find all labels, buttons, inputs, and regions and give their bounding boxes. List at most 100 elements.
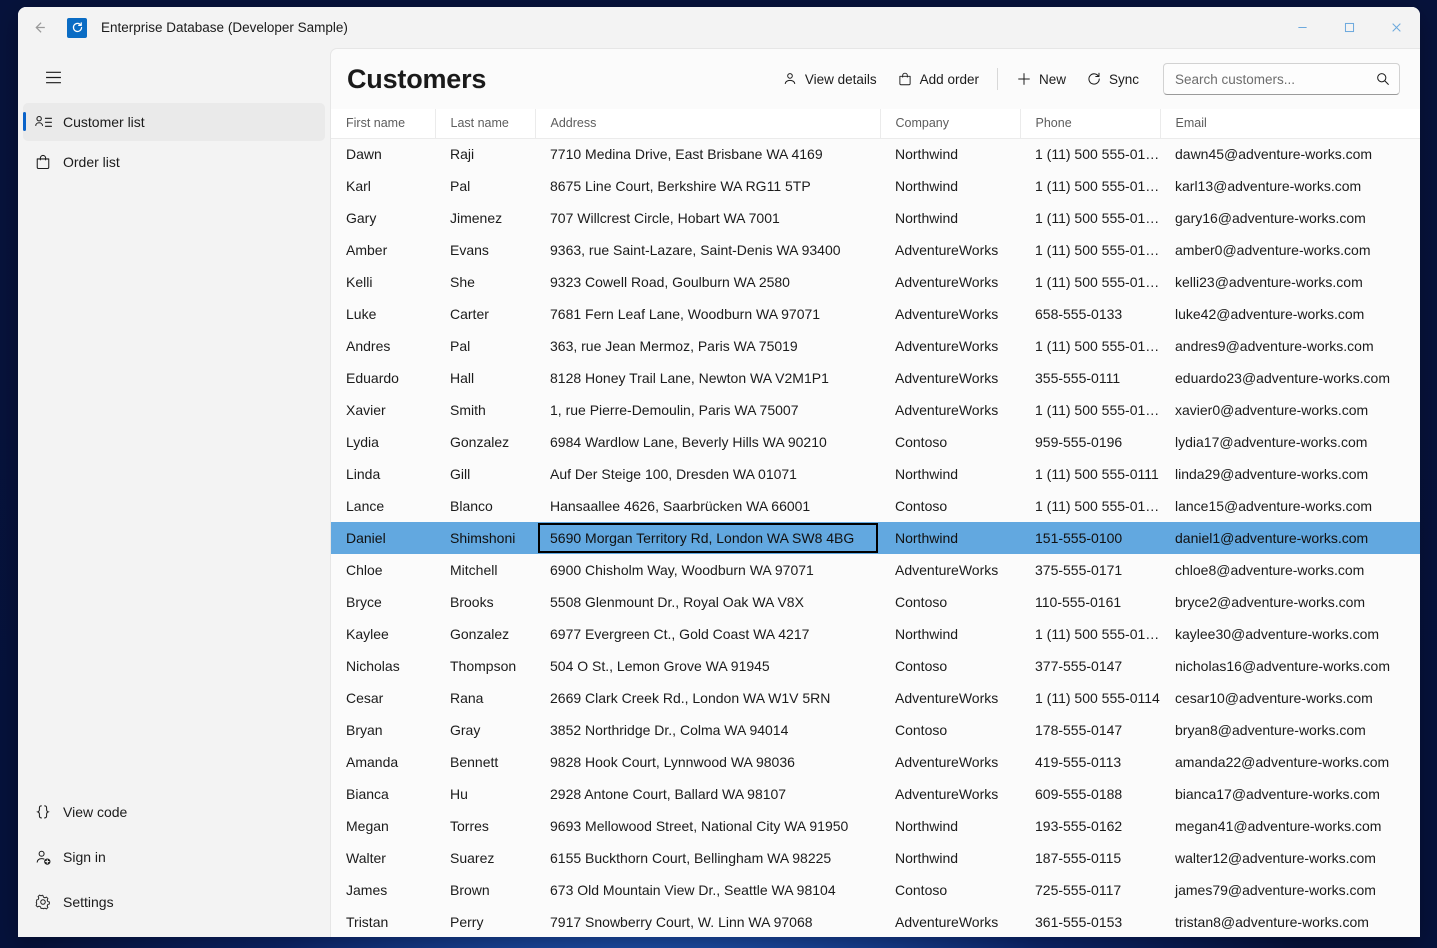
table-cell-first-name[interactable]: Walter (331, 842, 435, 874)
table-cell-phone[interactable]: 110-555-0161 (1020, 586, 1160, 618)
table-row[interactable]: Tristan Perry 7917 Snowberry Court, W. Lin… (331, 906, 1420, 937)
table-cell-phone[interactable]: 1 (11) 500 555-0179 (1020, 618, 1160, 650)
table-cell-email[interactable]: eduardo23@adventure-works.com (1160, 362, 1420, 394)
table-cell-last-name[interactable]: Gill (435, 458, 535, 490)
table-cell-address[interactable]: 6155 Buckthorn Court, Bellingham WA 9822… (535, 842, 880, 874)
column-header-address[interactable]: Address (535, 109, 881, 139)
table-cell-phone[interactable]: 419-555-0113 (1020, 746, 1160, 778)
table-row[interactable]: Andres Pal 363, rue Jean Mermoz, Paris WA … (331, 330, 1420, 362)
table-cell-company[interactable]: Northwind (880, 138, 1020, 170)
table-cell-email[interactable]: bryan8@adventure-works.com (1160, 714, 1420, 746)
table-cell-company[interactable]: Contoso (880, 714, 1020, 746)
table-cell-company[interactable]: Contoso (880, 874, 1020, 906)
table-row[interactable]: Linda Gill Auf Der Steige 100, Dresden WA … (331, 458, 1420, 490)
table-cell-last-name[interactable]: Blanco (435, 490, 535, 522)
table-cell-email[interactable]: karl13@adventure-works.com (1160, 170, 1420, 202)
sidebar-item-view-code[interactable]: View code (23, 790, 325, 834)
table-cell-phone[interactable]: 1 (11) 500 555-0198 (1020, 202, 1160, 234)
table-cell-email[interactable]: james79@adventure-works.com (1160, 874, 1420, 906)
table-row[interactable]: Kaylee Gonzalez 6977 Evergreen Ct., Gold C… (331, 618, 1420, 650)
table-row[interactable]: Bryan Gray 3852 Northridge Dr., Colma WA 9… (331, 714, 1420, 746)
table-cell-first-name[interactable]: Dawn (331, 138, 435, 170)
table-cell-phone[interactable]: 1 (11) 500 555-0188 (1020, 170, 1160, 202)
table-cell-company[interactable]: AdventureWorks (880, 554, 1020, 586)
table-cell-company[interactable]: Northwind (880, 618, 1020, 650)
table-cell-address[interactable]: 7681 Fern Leaf Lane, Woodburn WA 97071 (535, 298, 880, 330)
table-cell-company[interactable]: AdventureWorks (880, 234, 1020, 266)
table-cell-address[interactable]: 2669 Clark Creek Rd., London WA W1V 5RN (535, 682, 880, 714)
table-cell-address[interactable]: 9828 Hook Court, Lynnwood WA 98036 (535, 746, 880, 778)
table-cell-last-name[interactable]: Smith (435, 394, 535, 426)
table-cell-company[interactable]: AdventureWorks (880, 330, 1020, 362)
table-cell-company[interactable]: Northwind (880, 842, 1020, 874)
table-cell-address[interactable]: 9323 Cowell Road, Goulburn WA 2580 (535, 266, 880, 298)
table-cell-email[interactable]: amanda22@adventure-works.com (1160, 746, 1420, 778)
table-cell-first-name[interactable]: James (331, 874, 435, 906)
column-header-phone[interactable]: Phone (1020, 109, 1161, 139)
column-header-email[interactable]: Email (1160, 109, 1420, 139)
column-header-last-name[interactable]: Last name (435, 109, 536, 139)
view-details-button[interactable]: View details (772, 63, 887, 95)
table-cell-last-name[interactable]: Hall (435, 362, 535, 394)
table-row[interactable]: Luke Carter 7681 Fern Leaf Lane, Woodburn … (331, 298, 1420, 330)
table-row[interactable]: Dawn Raji 7710 Medina Drive, East Brisbane… (331, 138, 1420, 170)
table-cell-address[interactable]: 6984 Wardlow Lane, Beverly Hills WA 9021… (535, 426, 880, 458)
table-cell-email[interactable]: amber0@adventure-works.com (1160, 234, 1420, 266)
sidebar-item-order-list[interactable]: Order list (23, 143, 325, 181)
table-row[interactable]: Walter Suarez 6155 Buckthorn Court, Bellin… (331, 842, 1420, 874)
table-row[interactable]: Bryce Brooks 5508 Glenmount Dr., Royal Oak… (331, 586, 1420, 618)
table-row[interactable]: Bianca Hu 2928 Antone Court, Ballard WA 98… (331, 778, 1420, 810)
table-row[interactable]: Lance Blanco Hansaallee 4626, Saarbrücken … (331, 490, 1420, 522)
table-cell-first-name[interactable]: Kelli (331, 266, 435, 298)
table-cell-last-name[interactable]: Gray (435, 714, 535, 746)
table-cell-address[interactable]: Hansaallee 4626, Saarbrücken WA 66001 (535, 490, 880, 522)
table-cell-first-name[interactable]: Bryan (331, 714, 435, 746)
table-cell-phone[interactable]: 187-555-0115 (1020, 842, 1160, 874)
table-cell-phone[interactable]: 1 (11) 500 555-0120 (1020, 394, 1160, 426)
table-cell-last-name[interactable]: Evans (435, 234, 535, 266)
table-cell-phone[interactable]: 375-555-0171 (1020, 554, 1160, 586)
table-cell-address[interactable]: 8675 Line Court, Berkshire WA RG11 5TP (535, 170, 880, 202)
table-cell-last-name[interactable]: Suarez (435, 842, 535, 874)
table-cell-first-name[interactable]: Lance (331, 490, 435, 522)
table-cell-company[interactable]: Northwind (880, 810, 1020, 842)
table-cell-phone[interactable]: 151-555-0100 (1020, 522, 1160, 554)
table-row[interactable]: Xavier Smith 1, rue Pierre-Demoulin, Paris… (331, 394, 1420, 426)
table-cell-company[interactable]: Contoso (880, 586, 1020, 618)
back-arrow-icon[interactable] (21, 13, 57, 43)
table-cell-last-name[interactable]: Brooks (435, 586, 535, 618)
table-cell-phone[interactable]: 377-555-0147 (1020, 650, 1160, 682)
table-cell-address[interactable]: 6977 Evergreen Ct., Gold Coast WA 4217 (535, 618, 880, 650)
customers-table-container[interactable]: First name Last name Address Company Phone Em… (331, 109, 1420, 937)
table-row[interactable]: Nicholas Thompson 504 O St., Lemon Grove W… (331, 650, 1420, 682)
search-box[interactable] (1163, 63, 1400, 95)
table-cell-phone[interactable]: 178-555-0147 (1020, 714, 1160, 746)
table-cell-email[interactable]: luke42@adventure-works.com (1160, 298, 1420, 330)
table-cell-phone[interactable]: 725-555-0117 (1020, 874, 1160, 906)
table-cell-last-name[interactable]: Perry (435, 906, 535, 937)
table-cell-phone[interactable]: 193-555-0162 (1020, 810, 1160, 842)
table-cell-address[interactable]: 707 Willcrest Circle, Hobart WA 7001 (535, 202, 880, 234)
table-cell-first-name[interactable]: Amanda (331, 746, 435, 778)
table-cell-address[interactable]: 5508 Glenmount Dr., Royal Oak WA V8X (535, 586, 880, 618)
table-cell-phone[interactable]: 658-555-0133 (1020, 298, 1160, 330)
table-cell-phone[interactable]: 609-555-0188 (1020, 778, 1160, 810)
table-row[interactable]: Chloe Mitchell 6900 Chisholm Way, Woodburn… (331, 554, 1420, 586)
table-cell-company[interactable]: AdventureWorks (880, 362, 1020, 394)
search-icon[interactable] (1375, 71, 1391, 87)
table-cell-address[interactable]: 3852 Northridge Dr., Colma WA 94014 (535, 714, 880, 746)
table-cell-address[interactable]: 5690 Morgan Territory Rd, London WA SW8 … (535, 522, 880, 554)
sidebar-item-sign-in[interactable]: Sign in (23, 835, 325, 879)
table-cell-email[interactable]: dawn45@adventure-works.com (1160, 138, 1420, 170)
table-cell-last-name[interactable]: Mitchell (435, 554, 535, 586)
table-cell-email[interactable]: tristan8@adventure-works.com (1160, 906, 1420, 937)
maximize-button[interactable] (1326, 7, 1373, 48)
table-row[interactable]: Daniel Shimshoni 5690 Morgan Territory Rd,… (331, 522, 1420, 554)
table-cell-address[interactable]: 9693 Mellowood Street, National City WA … (535, 810, 880, 842)
table-cell-address[interactable]: 363, rue Jean Mermoz, Paris WA 75019 (535, 330, 880, 362)
table-cell-phone[interactable]: 1 (11) 500 555-0114 (1020, 682, 1160, 714)
table-cell-last-name[interactable]: Gonzalez (435, 618, 535, 650)
table-cell-phone[interactable]: 1 (11) 500 555-0138 (1020, 330, 1160, 362)
table-row[interactable]: Cesar Rana 2669 Clark Creek Rd., London WA… (331, 682, 1420, 714)
table-cell-company[interactable]: Contoso (880, 650, 1020, 682)
